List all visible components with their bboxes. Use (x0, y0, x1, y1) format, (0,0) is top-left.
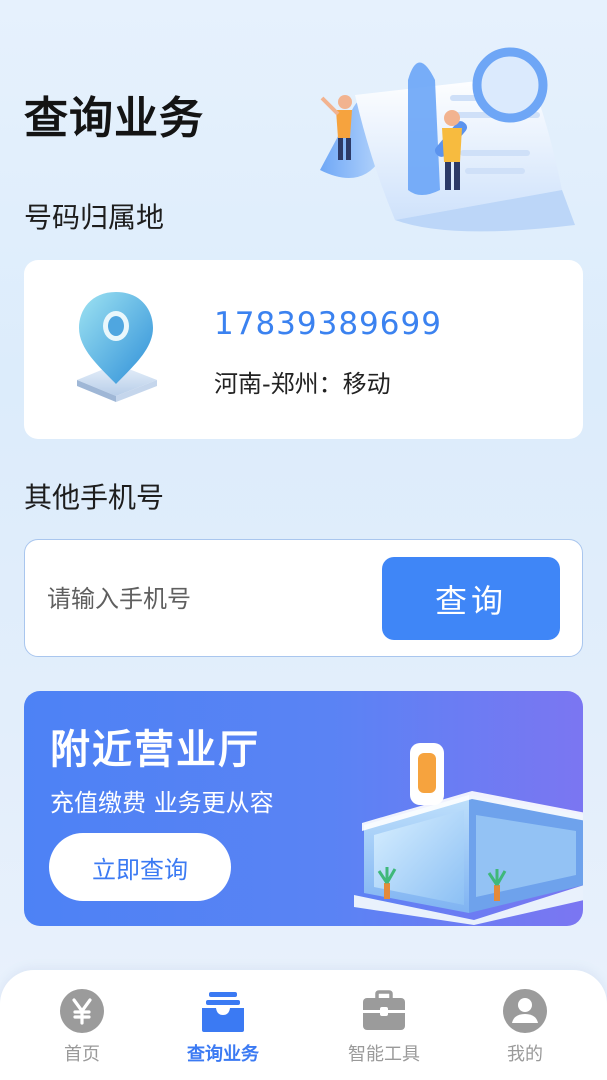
yen-coin-icon (60, 989, 104, 1033)
tab-label: 我的 (507, 1044, 543, 1065)
storefront-illustration (354, 743, 583, 925)
tab-label: 查询业务 (187, 1044, 259, 1065)
document-search-illustration (320, 47, 575, 232)
tab-query-business[interactable]: 查询业务 (148, 988, 298, 1068)
nearby-store-banner[interactable]: 附近营业厅 充值缴费 业务更从容 立即查询 (24, 691, 583, 926)
bottom-tab-bar: 首页 查询业务 智能工具 我的 (0, 970, 607, 1080)
banner-title: 附近营业厅 (50, 727, 260, 773)
other-number-section-label: 其他手机号 (24, 481, 165, 514)
other-number-query-box: 查询 (24, 539, 583, 657)
phone-number-input[interactable] (47, 576, 367, 622)
toolbox-icon (363, 990, 405, 1030)
banner-subtitle: 充值缴费 业务更从容 (50, 789, 274, 817)
phone-number: 17839389699 (214, 306, 442, 342)
tab-label: 首页 (64, 1044, 100, 1065)
tab-smart-tools[interactable]: 智能工具 (309, 988, 459, 1068)
number-location-card: 17839389699 河南-郑州：移动 (24, 260, 583, 439)
location-pin-icon (77, 292, 157, 402)
tab-mine[interactable]: 我的 (450, 988, 600, 1068)
query-now-button[interactable]: 立即查询 (49, 833, 231, 901)
location-carrier-text: 河南-郑州：移动 (214, 370, 391, 398)
tab-label: 智能工具 (348, 1044, 420, 1065)
query-stack-icon (202, 992, 244, 1032)
query-button[interactable]: 查询 (382, 557, 560, 640)
user-avatar-icon (503, 989, 547, 1033)
tab-home[interactable]: 首页 (7, 988, 157, 1068)
home-number-section-label: 号码归属地 (24, 201, 165, 234)
page-title: 查询业务 (24, 93, 204, 144)
